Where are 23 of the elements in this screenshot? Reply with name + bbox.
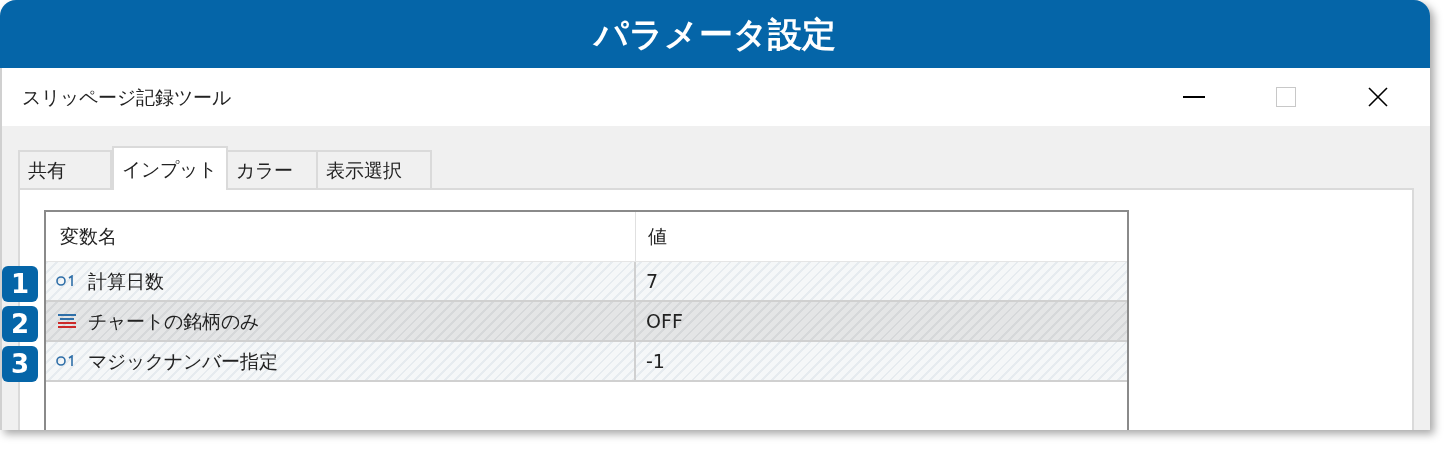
number-badge: 3 [2, 346, 38, 382]
tab[interactable]: 表示選択 [316, 150, 432, 188]
column-header[interactable]: 値 [636, 222, 1127, 251]
column-header[interactable]: 変数名 [46, 212, 636, 261]
table-row[interactable]: チャートの銘柄のみ OFF [46, 302, 1127, 342]
number-badge: 1 [2, 266, 38, 302]
window-title: スリッページ記録ツール [22, 84, 232, 110]
banner-title: パラメータ設定 [594, 12, 836, 56]
parameter-value[interactable]: -1 [636, 346, 665, 376]
list-type-icon [56, 314, 78, 328]
close-icon [1368, 87, 1388, 107]
maximize-icon [1276, 87, 1296, 107]
table-row[interactable]: マジックナンバー指定 -1 [46, 342, 1127, 382]
tab[interactable]: 共有 [18, 150, 112, 188]
minimize-icon [1183, 96, 1205, 98]
tab[interactable]: インプット [112, 146, 228, 190]
parameter-value[interactable]: OFF [636, 306, 683, 336]
table-row[interactable]: 計算日数 7 [46, 262, 1127, 302]
parameter-name: チャートの銘柄のみ [88, 308, 259, 334]
number-badge: 2 [2, 306, 38, 342]
parameter-value[interactable]: 7 [636, 266, 659, 296]
parameter-name: マジックナンバー指定 [88, 348, 278, 374]
parameter-name: 計算日数 [88, 268, 164, 294]
